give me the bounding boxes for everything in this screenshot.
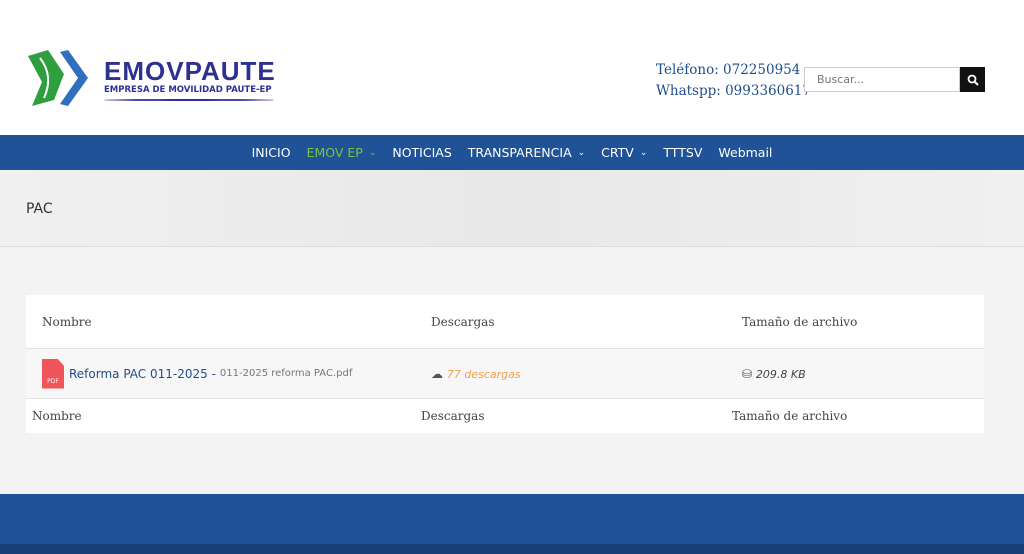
page-title-bar: PAC — [0, 170, 1024, 247]
footer-nombre: Nombre — [32, 409, 82, 423]
phone: Teléfono: 072250954 — [656, 62, 801, 78]
logo-tagline: EMPRESA DE MOVILIDAD PAUTE-EP — [104, 84, 272, 95]
file-size: 209.8 KB — [755, 367, 806, 381]
page-title: PAC — [26, 201, 53, 217]
nav-tttsv[interactable]: TTTSV — [655, 145, 710, 160]
nav-label: Webmail — [718, 145, 773, 160]
chevron-down-icon: ⌄ — [577, 147, 586, 158]
database-icon: ⛁ — [742, 366, 753, 381]
site-footer — [0, 494, 1024, 554]
chevron-down-icon: ⌄ — [639, 147, 648, 158]
logo-mark-icon — [28, 50, 88, 106]
downloads-table: Nombre Descargas Tamaño de archivo PDF R… — [26, 295, 984, 433]
search-icon — [967, 74, 979, 86]
header-nombre: Nombre — [42, 314, 92, 329]
chevron-down-icon: ⌄ — [368, 147, 377, 158]
nav-label: CRTV — [601, 145, 634, 160]
table-row: PDF Reforma PAC 011-2025 - 011-2025 refo… — [26, 349, 984, 399]
nav-emov-ep[interactable]: EMOV EP ⌄ — [299, 145, 385, 160]
header-tamano: Tamaño de archivo — [742, 314, 858, 329]
logo[interactable]: EMOVPAUTE EMPRESA DE MOVILIDAD PAUTE-EP — [24, 48, 276, 110]
footer-tamano: Tamaño de archivo — [732, 409, 848, 423]
nav-label: TTTSV — [663, 145, 703, 160]
file-link[interactable]: Reforma PAC 011-2025 — [69, 367, 208, 381]
whatsapp: Whatspp: 0993360617 — [656, 83, 811, 99]
pdf-file-icon: PDF — [42, 358, 64, 389]
file-name: 011-2025 reforma PAC.pdf — [219, 368, 353, 379]
content: Nombre Descargas Tamaño de archivo PDF R… — [0, 247, 1024, 494]
nav-label: TRANSPARENCIA — [467, 145, 572, 160]
table-header: Nombre Descargas Tamaño de archivo — [26, 295, 984, 349]
search-form — [804, 67, 985, 92]
nav-noticias[interactable]: NOTICIAS — [384, 145, 459, 160]
search-input[interactable] — [804, 67, 960, 92]
nav-crtv[interactable]: CRTV ⌄ — [593, 145, 655, 160]
cloud-download-icon: ☁ — [431, 366, 443, 381]
download-count: 77 descargas — [446, 367, 521, 381]
footer-descargas: Descargas — [421, 409, 485, 423]
table-footer: Nombre Descargas Tamaño de archivo — [26, 399, 984, 433]
header-descargas: Descargas — [431, 314, 495, 329]
nav-label: NOTICIAS — [392, 145, 452, 160]
main-nav: INICIO EMOV EP ⌄ NOTICIAS TRANSPARENCIA ⌄ … — [0, 135, 1024, 179]
logo-name: EMOVPAUTE — [104, 55, 276, 86]
search-button[interactable] — [960, 67, 985, 92]
nav-transparencia[interactable]: TRANSPARENCIA ⌄ — [460, 145, 593, 160]
nav-inicio[interactable]: INICIO — [244, 145, 299, 160]
contact-info: Teléfono: 072250954 Whatspp: 0993360617 — [656, 60, 811, 102]
nav-label: EMOV EP — [306, 145, 363, 160]
nav-label: INICIO — [251, 145, 291, 160]
nav-webmail[interactable]: Webmail — [710, 145, 780, 160]
site-header: EMOVPAUTE EMPRESA DE MOVILIDAD PAUTE-EP … — [0, 0, 1024, 135]
